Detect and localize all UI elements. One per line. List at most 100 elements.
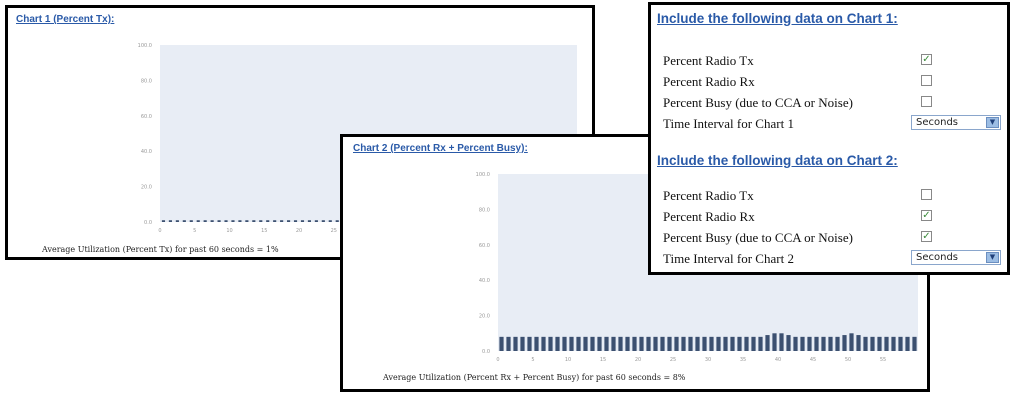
option-label: Percent Radio Rx <box>663 209 755 224</box>
option-label: Time Interval for Chart 1 <box>663 116 794 131</box>
data-bar <box>280 220 284 222</box>
option-label: Percent Radio Rx <box>663 74 755 89</box>
data-bar <box>300 220 305 222</box>
y-tick-label: 40.0 <box>479 278 490 284</box>
chevron-down-icon[interactable]: ▼ <box>986 252 999 263</box>
x-tick-label: 15 <box>600 357 606 363</box>
chart2-busy-checkbox[interactable]: ✓ <box>921 231 932 242</box>
chart2-option-row: Percent Radio Tx <box>663 187 1003 205</box>
data-bar <box>772 333 777 351</box>
data-bar <box>793 336 798 351</box>
data-bar <box>786 335 791 351</box>
y-tick-label: 20.0 <box>479 314 490 320</box>
data-bar <box>328 220 332 222</box>
data-bar <box>307 220 311 222</box>
x-tick-label: 0 <box>158 228 161 234</box>
data-bar <box>273 220 277 222</box>
data-bar <box>842 335 847 351</box>
data-bar <box>688 336 693 351</box>
chart1-busy-checkbox[interactable] <box>921 96 932 107</box>
x-tick-label: 35 <box>740 357 746 363</box>
data-bar <box>217 220 221 222</box>
option-label: Percent Radio Tx <box>663 188 754 203</box>
chart2-options-heading: Include the following data on Chart 2: <box>657 153 898 168</box>
data-bar <box>877 336 882 351</box>
data-bar <box>779 333 784 351</box>
chart2-interval-row: Time Interval for Chart 2 Seconds ▼ <box>663 250 1003 268</box>
y-tick-label: 60.0 <box>479 243 490 249</box>
data-bar <box>828 336 833 351</box>
data-bar <box>182 220 186 222</box>
data-bar <box>548 336 553 351</box>
data-bar <box>737 336 742 351</box>
data-bar <box>604 336 609 351</box>
data-bar <box>632 336 637 351</box>
x-tick-label: 5 <box>531 357 534 363</box>
chart2-interval-select[interactable]: Seconds ▼ <box>911 250 1001 265</box>
data-bar <box>210 220 214 222</box>
data-bar <box>611 336 616 351</box>
chart1-interval-select[interactable]: Seconds ▼ <box>911 115 1001 130</box>
data-bar <box>870 336 875 351</box>
data-bar <box>238 220 242 222</box>
data-bar <box>335 220 339 222</box>
data-bar <box>863 336 868 351</box>
data-bar <box>695 336 700 351</box>
data-bar <box>646 336 651 351</box>
x-tick-label: 30 <box>705 357 711 363</box>
data-bar <box>660 336 665 351</box>
data-bar <box>709 336 714 351</box>
data-bar <box>245 220 249 222</box>
data-bar <box>562 336 567 351</box>
option-label: Percent Radio Tx <box>663 53 754 68</box>
data-bar <box>321 220 325 222</box>
data-bar <box>520 336 525 351</box>
y-tick-label: 100.0 <box>476 172 490 178</box>
x-tick-label: 50 <box>845 357 851 363</box>
y-tick-label: 0.0 <box>144 220 152 226</box>
chart2-radio-rx-checkbox[interactable]: ✓ <box>921 210 932 221</box>
data-bar <box>583 336 588 351</box>
x-tick-label: 0 <box>496 357 499 363</box>
select-value: Seconds <box>916 117 959 128</box>
data-bar <box>821 336 826 351</box>
data-bar <box>905 336 910 351</box>
data-bar <box>231 220 235 222</box>
y-tick-label: 80.0 <box>141 78 152 84</box>
x-tick-label: 20 <box>296 228 302 234</box>
chart1-radio-tx-checkbox[interactable]: ✓ <box>921 54 932 65</box>
chart2-radio-tx-checkbox[interactable] <box>921 189 932 200</box>
chart1-interval-row: Time Interval for Chart 1 Seconds ▼ <box>663 115 1003 133</box>
data-bar <box>856 335 861 351</box>
data-bar <box>189 220 193 222</box>
data-bar <box>716 336 721 351</box>
data-bar <box>730 336 735 351</box>
data-bar <box>569 336 574 351</box>
data-bar <box>168 220 172 222</box>
data-bar <box>527 336 532 351</box>
data-bar <box>266 220 270 222</box>
option-label: Percent Busy (due to CCA or Noise) <box>663 230 853 245</box>
data-bar <box>499 336 504 351</box>
x-tick-label: 45 <box>810 357 816 363</box>
data-bar <box>293 220 298 222</box>
x-tick-label: 10 <box>565 357 571 363</box>
chart1-radio-rx-checkbox[interactable] <box>921 75 932 86</box>
data-bar <box>751 336 756 351</box>
data-bar <box>884 336 889 351</box>
data-bar <box>639 336 644 351</box>
data-bar <box>807 336 812 351</box>
y-tick-label: 60.0 <box>141 114 152 120</box>
chart1-option-row: Percent Radio Tx ✓ <box>663 52 1003 70</box>
data-bar <box>723 336 728 351</box>
chevron-down-icon[interactable]: ▼ <box>986 117 999 128</box>
data-bar <box>744 336 749 351</box>
data-bar <box>800 336 805 351</box>
data-bar <box>667 336 672 351</box>
data-bar <box>175 220 179 222</box>
chart-options-panel: Include the following data on Chart 1: P… <box>648 2 1010 275</box>
data-bar <box>625 336 630 351</box>
y-tick-label: 80.0 <box>479 207 490 213</box>
data-bar <box>765 335 770 351</box>
chart1-options-heading: Include the following data on Chart 1: <box>657 11 898 26</box>
